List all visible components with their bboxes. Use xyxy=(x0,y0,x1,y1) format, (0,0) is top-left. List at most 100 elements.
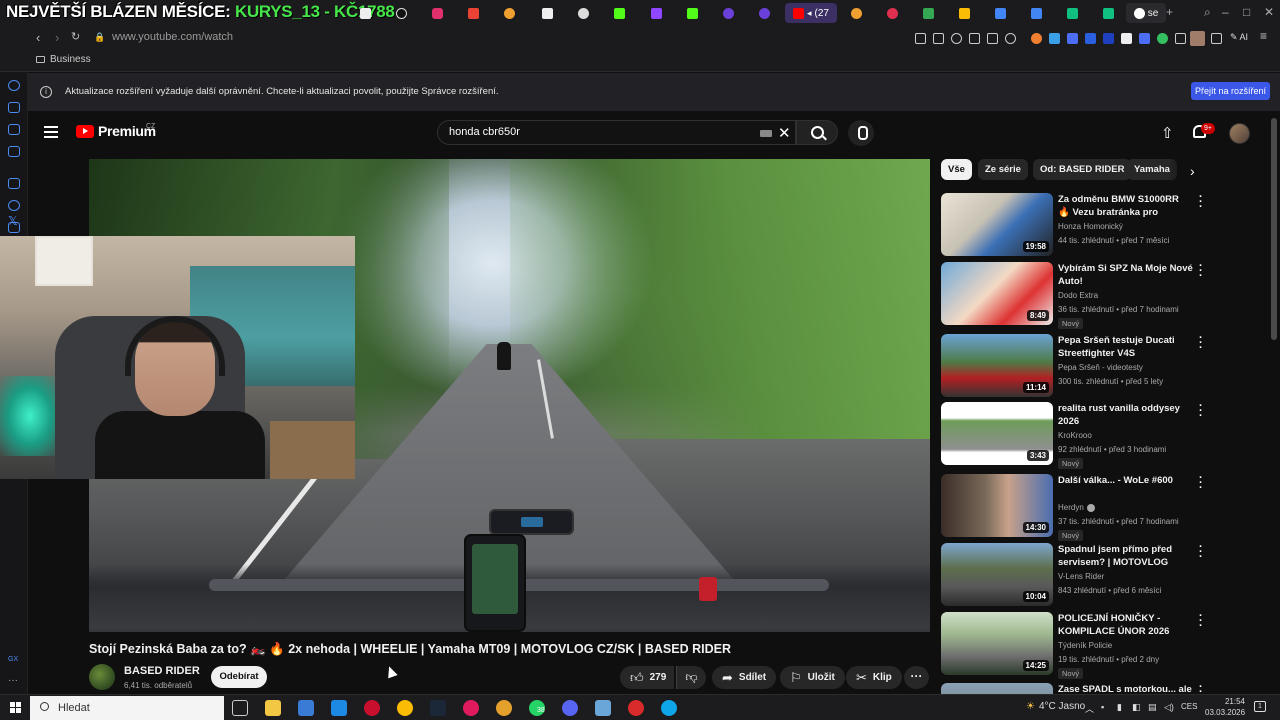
steam-icon[interactable] xyxy=(430,700,446,716)
notes-icon[interactable] xyxy=(595,700,611,716)
mail-icon[interactable] xyxy=(331,700,347,716)
play-icon[interactable] xyxy=(987,33,998,44)
screenshot-icon[interactable] xyxy=(933,33,944,44)
recommendation-title[interactable]: Pepa Sršeň testuje Ducati Streetfighter … xyxy=(1058,334,1193,360)
notification-center-icon[interactable]: 1 xyxy=(1254,701,1266,712)
messenger-icon[interactable] xyxy=(8,200,20,211)
search-input[interactable]: honda cbr650r xyxy=(449,126,520,138)
browser-tab[interactable] xyxy=(841,3,871,23)
share-button[interactable]: ➦ Sdílet xyxy=(712,666,777,689)
edge-icon[interactable] xyxy=(661,700,677,716)
profile-avatar[interactable] xyxy=(1190,31,1205,46)
video-thumbnail[interactable]: 19:58 xyxy=(941,193,1053,256)
channel-avatar[interactable] xyxy=(89,664,115,690)
recommendation-channel[interactable]: Pepa Sršeň - videotesty xyxy=(1058,363,1143,372)
gx-icon[interactable]: GX xyxy=(8,656,18,663)
extensions-puzzle-icon[interactable] xyxy=(1175,33,1186,44)
clip-button[interactable]: ✂ Klip xyxy=(846,666,902,689)
save-button[interactable]: ⚐ Uložit xyxy=(780,666,845,689)
recommendation-channel[interactable]: Dodo Extra xyxy=(1058,291,1098,300)
extension-icon[interactable] xyxy=(1067,33,1078,44)
task-view-icon[interactable] xyxy=(232,700,248,716)
url-field[interactable]: www.youtube.com/watch xyxy=(112,31,233,43)
translate-icon[interactable] xyxy=(969,33,980,44)
more-actions-icon[interactable]: ··· xyxy=(904,666,929,689)
extension-icon[interactable] xyxy=(1139,33,1150,44)
taskbar-search-input[interactable]: Hledat xyxy=(30,696,224,720)
recommendation-item[interactable]: 10:04 Spadnul jsem přímo před servisem? |… xyxy=(941,542,1211,609)
kebab-menu-icon[interactable]: ··· xyxy=(1199,683,1203,694)
extension-icon[interactable] xyxy=(1031,33,1042,44)
recommendation-title[interactable]: realita rust vanilla oddysey 2026 xyxy=(1058,402,1193,428)
recommendation-title[interactable]: POLICEJNÍ HONIČKY - KOMPILACE ÚNOR 2026 xyxy=(1058,612,1193,638)
browser-tab[interactable] xyxy=(568,3,598,23)
recommendation-title[interactable]: Další válka... - WoLe #600 xyxy=(1058,474,1193,487)
history-icon[interactable] xyxy=(8,80,20,91)
account-avatar[interactable] xyxy=(1229,123,1250,144)
recommendation-item[interactable]: 14:25 POLICEJNÍ HONIČKY - KOMPILACE ÚNOR … xyxy=(941,611,1211,679)
video-thumbnail[interactable]: 14:30 xyxy=(941,474,1053,537)
browser-tab[interactable] xyxy=(913,3,943,23)
hamburger-menu-icon[interactable] xyxy=(44,126,58,138)
browser-tab[interactable] xyxy=(350,3,380,23)
recommendation-item[interactable]: 3:43 realita rust vanilla oddysey 2026 Kro… xyxy=(941,401,1211,469)
search-box[interactable]: honda cbr650r ✕ xyxy=(437,120,796,145)
video-thumbnail[interactable]: 3:43 xyxy=(941,402,1053,465)
extension-icon[interactable] xyxy=(1085,33,1096,44)
browser-tab[interactable] xyxy=(494,3,524,23)
youtube-logo[interactable]: Premium xyxy=(76,123,156,139)
app-icon[interactable] xyxy=(496,700,512,716)
extension-icon[interactable] xyxy=(1121,33,1132,44)
like-button[interactable]: 👍︎ 279 xyxy=(620,666,675,689)
go-to-extensions-button[interactable]: Přejít na rozšíření xyxy=(1191,82,1270,100)
maximize-icon[interactable]: □ xyxy=(1243,5,1250,19)
browser-tab[interactable] xyxy=(749,3,779,23)
extension-icon[interactable] xyxy=(1049,33,1060,44)
recommendation-channel[interactable]: V-Lens Rider xyxy=(1058,572,1104,581)
new-tab-icon[interactable]: + xyxy=(1166,5,1173,19)
recommendation-title[interactable]: Spadnul jsem přímo před servisem? | MOTO… xyxy=(1058,543,1193,570)
keyboard-icon[interactable] xyxy=(760,130,772,137)
x-twitter-icon[interactable]: 𝕏 xyxy=(8,214,18,228)
search-tabs-icon[interactable]: ⌕ xyxy=(1204,5,1211,20)
volume-icon[interactable]: ◁) xyxy=(1164,702,1174,713)
close-window-icon[interactable]: ✕ xyxy=(1264,5,1274,19)
ai-button[interactable]: ✎ AI xyxy=(1230,32,1248,43)
chevron-right-icon[interactable]: › xyxy=(1190,163,1195,179)
extension-icon[interactable] xyxy=(951,33,962,44)
download-icon[interactable] xyxy=(1211,33,1222,44)
browser-tab[interactable] xyxy=(1093,3,1123,23)
chip-all[interactable]: Vše xyxy=(941,159,972,180)
chip-from-channel[interactable]: Od: BASED RIDER xyxy=(1033,159,1132,180)
taskbar-weather[interactable]: ☀ 4°C Jasno xyxy=(1026,701,1085,712)
input-language[interactable]: CES xyxy=(1181,702,1197,711)
browser-tab[interactable] xyxy=(532,3,562,23)
kebab-menu-icon[interactable]: ··· xyxy=(1199,261,1203,282)
recommendation-channel[interactable]: Honza Homonický xyxy=(1058,222,1123,231)
search-button[interactable] xyxy=(796,120,838,145)
video-thumbnail[interactable]: 11:14 xyxy=(941,334,1053,397)
back-icon[interactable]: ‹ xyxy=(36,30,40,45)
video-thumbnail[interactable] xyxy=(941,683,1053,694)
network-icon[interactable]: ▤ xyxy=(1148,702,1157,713)
browser-tab[interactable] xyxy=(949,3,979,23)
browser-tab[interactable] xyxy=(877,3,907,23)
channel-name[interactable]: BASED RIDER xyxy=(124,665,200,677)
recommendation-channel[interactable]: Týdeník Policie xyxy=(1058,641,1112,650)
browser-tab[interactable]: se xyxy=(1126,3,1166,23)
dislike-button[interactable]: 👎︎ xyxy=(676,666,706,689)
browser-tab[interactable] xyxy=(604,3,634,23)
extension-icon[interactable] xyxy=(1103,33,1114,44)
clear-search-icon[interactable]: ✕ xyxy=(778,124,791,142)
wallet-icon[interactable] xyxy=(8,124,20,135)
twitch-side-icon[interactable] xyxy=(8,178,20,189)
browser-tab[interactable] xyxy=(641,3,671,23)
page-scrollbar[interactable] xyxy=(1271,118,1277,340)
voice-search-button[interactable] xyxy=(848,120,874,146)
minimize-icon[interactable]: – xyxy=(1222,5,1229,19)
browser-tab[interactable] xyxy=(1057,3,1087,23)
file-explorer-icon[interactable] xyxy=(265,700,281,716)
extension-icon[interactable] xyxy=(1157,33,1168,44)
recommendation-item[interactable]: Zase SPADL s motorkou... ale ty ··· xyxy=(941,683,1211,694)
bag-icon[interactable] xyxy=(8,102,20,113)
